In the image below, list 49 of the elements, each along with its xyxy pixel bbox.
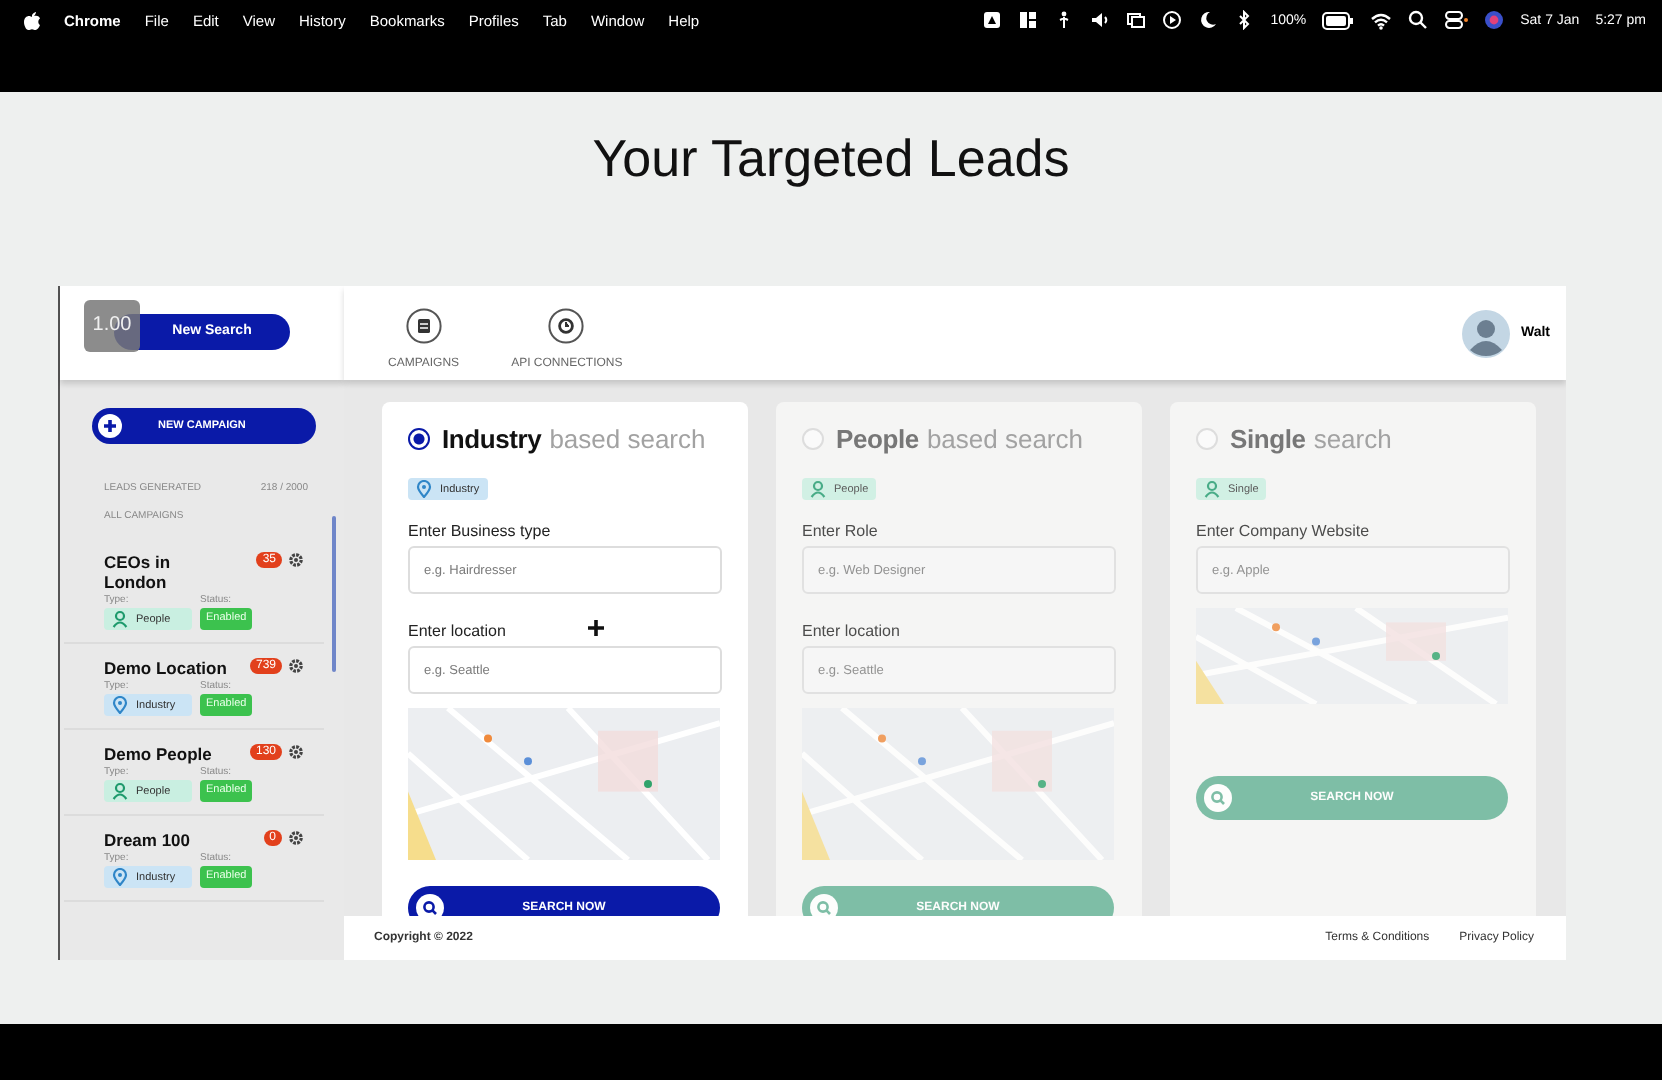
- pin-icon: [416, 480, 432, 498]
- search-icon: [1408, 10, 1429, 30]
- wifi-icon: [1370, 11, 1393, 29]
- field-label: Enter location: [408, 622, 506, 640]
- toggle-icon: [1444, 10, 1469, 30]
- bluetooth-icon: [1234, 10, 1255, 30]
- radio-button[interactable]: [408, 428, 430, 450]
- card-title: Single: [1230, 424, 1306, 454]
- scrollbar-thumb[interactable]: [332, 516, 336, 672]
- card-title: Industry: [442, 424, 542, 454]
- pin-icon: [112, 696, 128, 714]
- play-icon: [1162, 10, 1183, 30]
- plus-circle-icon: [98, 414, 122, 438]
- avatar-icon[interactable]: [1462, 309, 1511, 357]
- document-icon: [405, 308, 442, 344]
- clock-icon: [548, 308, 585, 344]
- person-icon: [112, 782, 128, 800]
- gear-icon[interactable]: [288, 744, 304, 760]
- crosshair-cursor-icon: [588, 620, 604, 636]
- pin-icon: [112, 868, 128, 886]
- search-icon: [1204, 784, 1232, 812]
- field-label: Enter Company Website: [1196, 522, 1370, 540]
- person-icon: [112, 610, 128, 628]
- card-subtitle: search: [1313, 424, 1392, 454]
- campaign-name[interactable]: Dream 100: [104, 830, 228, 850]
- gear-icon[interactable]: [288, 830, 304, 846]
- campaign-name[interactable]: Demo Location: [104, 658, 228, 678]
- volume-icon: [1090, 10, 1111, 30]
- gear-icon[interactable]: [288, 658, 304, 674]
- card-subtitle: based search: [926, 424, 1083, 454]
- gear-icon[interactable]: [288, 552, 304, 568]
- campaign-name[interactable]: CEOs in London: [104, 552, 228, 592]
- field-label: Enter location: [802, 622, 900, 640]
- field-label: Enter Role: [802, 522, 878, 540]
- person-icon: [810, 480, 826, 498]
- battery-icon: [1322, 11, 1355, 29]
- campaign-name[interactable]: Demo People: [104, 744, 228, 764]
- apple-icon[interactable]: [24, 10, 40, 30]
- slide-title: Your Targeted Leads: [590, 128, 1072, 188]
- person-icon: [1204, 480, 1220, 498]
- card-title: People: [836, 424, 919, 454]
- windows-icon: [1126, 10, 1147, 30]
- moon-icon: [1198, 10, 1219, 30]
- card-subtitle: based search: [549, 424, 706, 454]
- field-label: Enter Business type: [408, 522, 551, 540]
- zoom-label: 1.00: [84, 300, 140, 352]
- drive-icon: [982, 10, 1003, 30]
- siri-icon: [1484, 10, 1505, 30]
- grid-icon: [1018, 10, 1039, 30]
